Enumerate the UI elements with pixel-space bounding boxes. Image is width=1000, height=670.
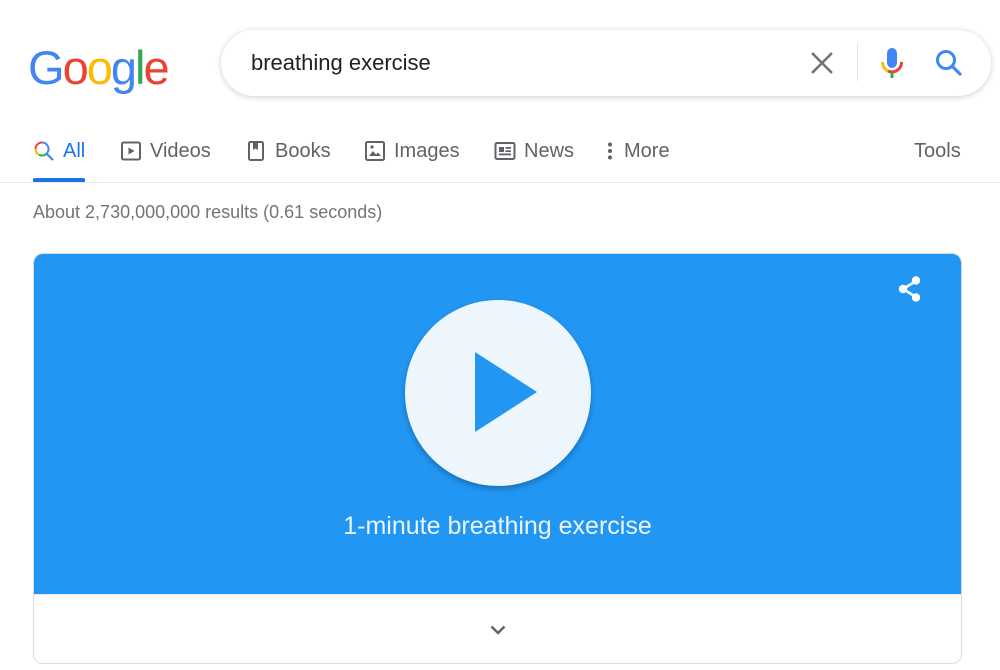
share-button[interactable]	[893, 272, 927, 306]
google-logo[interactable]: G o o g l e	[28, 40, 170, 94]
tab-images[interactable]: Images	[364, 120, 460, 182]
play-icon	[475, 352, 537, 432]
tab-label: More	[624, 139, 670, 162]
microphone-icon	[881, 48, 903, 78]
tab-all[interactable]: All	[33, 120, 86, 182]
tab-books[interactable]: Books	[245, 120, 331, 182]
logo-letter: g	[110, 41, 137, 94]
share-icon	[898, 276, 921, 302]
book-icon	[245, 140, 267, 162]
logo-letter: G	[28, 41, 65, 94]
logo-letter: l	[134, 41, 146, 94]
more-vert-icon	[604, 140, 616, 162]
tools-button[interactable]: Tools	[914, 120, 961, 182]
image-icon	[364, 140, 386, 162]
voice-search-button[interactable]	[877, 44, 907, 82]
clear-search-button[interactable]	[807, 48, 837, 78]
search-icon	[33, 140, 55, 162]
card-title: 1-minute breathing exercise	[343, 512, 652, 540]
search-input[interactable]	[251, 30, 791, 96]
logo-letter: o	[86, 41, 113, 94]
search-tabs: All Videos Books Images News More Tools	[0, 120, 1000, 183]
tab-label: Books	[275, 139, 331, 162]
expand-card-button[interactable]	[34, 594, 961, 663]
breathing-exercise-card: 1-minute breathing exercise	[33, 253, 962, 664]
search-icon	[936, 50, 962, 76]
search-divider	[857, 43, 858, 81]
close-icon	[811, 52, 833, 74]
tab-label: Videos	[150, 139, 211, 162]
tab-label: Images	[394, 139, 460, 162]
chevron-down-icon	[490, 625, 505, 635]
tab-label: All	[63, 139, 86, 162]
logo-letter: o	[62, 41, 89, 94]
card-hero: 1-minute breathing exercise	[34, 254, 961, 594]
tab-news[interactable]: News	[494, 120, 574, 182]
video-icon	[120, 140, 142, 162]
search-submit-button[interactable]	[933, 47, 965, 79]
logo-letter: e	[143, 41, 169, 94]
news-icon	[494, 140, 516, 162]
tab-label: News	[524, 139, 575, 162]
tab-videos[interactable]: Videos	[120, 120, 211, 182]
play-button[interactable]	[405, 300, 591, 486]
tools-label: Tools	[914, 139, 961, 162]
tab-more[interactable]: More	[604, 120, 670, 182]
result-stats: About 2,730,000,000 results (0.61 second…	[33, 202, 383, 222]
search-box	[221, 30, 991, 96]
